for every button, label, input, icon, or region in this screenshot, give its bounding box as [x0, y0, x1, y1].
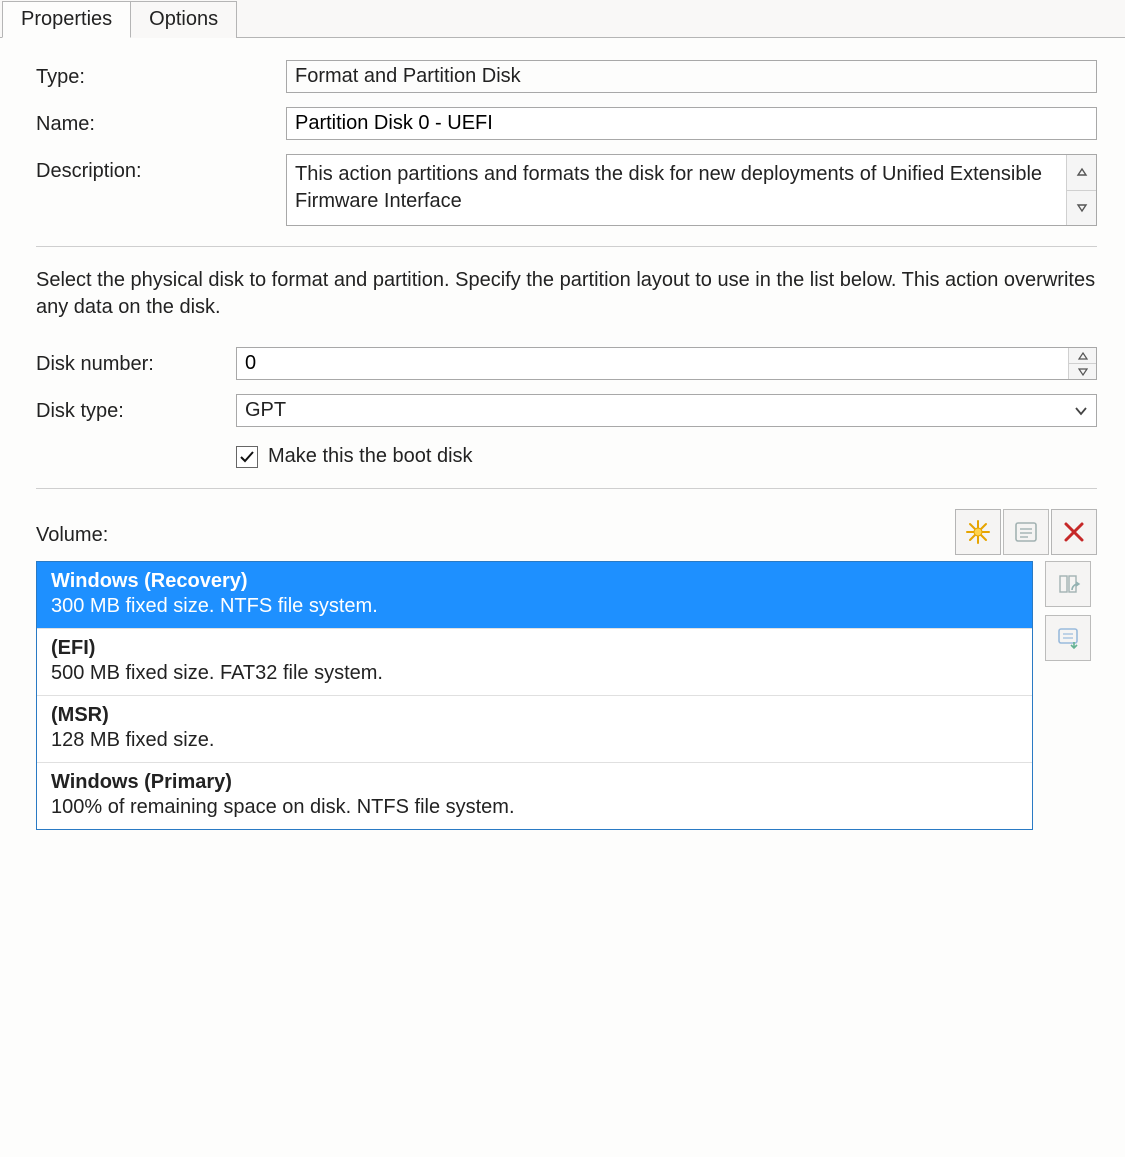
type-field: Format and Partition Disk [286, 60, 1097, 93]
chevron-down-icon[interactable] [1066, 395, 1096, 426]
name-input[interactable] [286, 107, 1097, 140]
move-up-button[interactable] [1045, 561, 1091, 607]
description-label: Description: [36, 154, 286, 183]
disk-number-value[interactable] [237, 348, 1068, 379]
volume-item-name: Windows (Primary) [51, 771, 1018, 794]
volume-list[interactable]: Windows (Recovery)300 MB fixed size. NTF… [36, 561, 1033, 830]
volume-label: Volume: [36, 518, 953, 547]
properties-icon [1012, 518, 1040, 546]
scroll-down-icon[interactable] [1067, 191, 1096, 226]
volume-item[interactable]: Windows (Recovery)300 MB fixed size. NTF… [37, 562, 1032, 629]
disk-type-select[interactable]: GPT [236, 394, 1097, 427]
boot-disk-checkbox[interactable]: Make this the boot disk [236, 445, 1097, 468]
volume-item-detail: 100% of remaining space on disk. NTFS fi… [51, 796, 1018, 819]
boot-disk-label: Make this the boot disk [268, 445, 473, 468]
description-field[interactable]: This action partitions and formats the d… [286, 154, 1097, 226]
move-up-icon [1054, 570, 1082, 598]
delete-icon [1060, 518, 1088, 546]
type-label: Type: [36, 60, 286, 89]
volume-item-detail: 128 MB fixed size. [51, 729, 1018, 752]
instruction-text: Select the physical disk to format and p… [36, 267, 1097, 321]
new-volume-button[interactable] [955, 509, 1001, 555]
move-down-icon [1054, 624, 1082, 652]
spin-down-icon[interactable] [1069, 364, 1096, 379]
spin-up-icon[interactable] [1069, 348, 1096, 364]
tab-options[interactable]: Options [130, 1, 237, 38]
volume-item-name: (EFI) [51, 637, 1018, 660]
divider [36, 246, 1097, 247]
volume-item[interactable]: (EFI)500 MB fixed size. FAT32 file syste… [37, 629, 1032, 696]
new-icon [964, 518, 992, 546]
scroll-up-icon[interactable] [1067, 155, 1096, 191]
tab-properties[interactable]: Properties [2, 1, 131, 38]
disk-number-input[interactable] [236, 347, 1097, 380]
disk-type-value: GPT [237, 395, 1066, 426]
description-text[interactable]: This action partitions and formats the d… [287, 155, 1066, 225]
volume-item-name: (MSR) [51, 704, 1018, 727]
checkbox-icon[interactable] [236, 446, 258, 468]
divider [36, 488, 1097, 489]
move-down-button[interactable] [1045, 615, 1091, 661]
description-scroll[interactable] [1066, 155, 1096, 225]
delete-volume-button[interactable] [1051, 509, 1097, 555]
name-label: Name: [36, 107, 286, 136]
properties-panel: Type: Format and Partition Disk Name: De… [0, 38, 1125, 848]
volume-item-detail: 300 MB fixed size. NTFS file system. [51, 595, 1018, 618]
volume-item-name: Windows (Recovery) [51, 570, 1018, 593]
volume-properties-button[interactable] [1003, 509, 1049, 555]
tabs-bar: Properties Options [0, 0, 1125, 38]
volume-item-detail: 500 MB fixed size. FAT32 file system. [51, 662, 1018, 685]
disk-number-label: Disk number: [36, 347, 236, 376]
volume-item[interactable]: (MSR)128 MB fixed size. [37, 696, 1032, 763]
disk-type-label: Disk type: [36, 394, 236, 423]
volume-item[interactable]: Windows (Primary)100% of remaining space… [37, 763, 1032, 829]
